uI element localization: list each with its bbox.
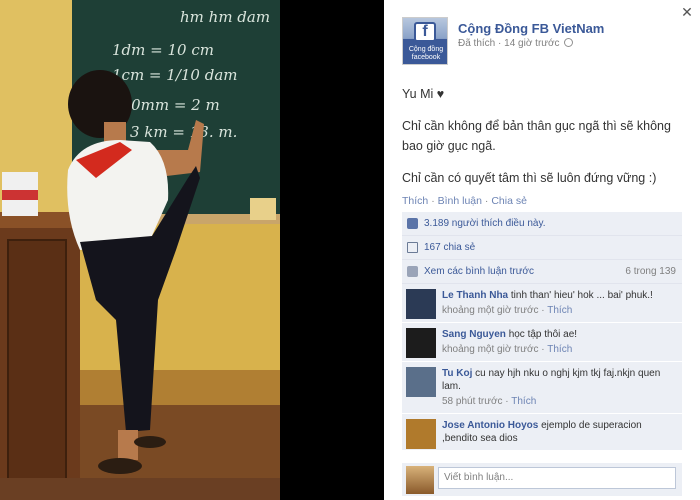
comment-count: 6 trong 139 (625, 266, 676, 277)
likes-count-link[interactable]: 3.189 người thích điều này. (424, 218, 545, 229)
post-caption: Yu Mi ♥ Chỉ cần không để bản thân gục ng… (402, 84, 684, 200)
commenter-avatar[interactable] (406, 419, 436, 449)
commenter-avatar[interactable] (406, 328, 436, 358)
action-separator: · (484, 195, 489, 207)
comment-time[interactable]: khoảng một giờ trước (442, 344, 539, 355)
view-previous-comments-link[interactable]: Xem các bình luận trước (424, 266, 534, 277)
page-avatar[interactable]: f Cộng đồng facebook (402, 17, 448, 65)
thumbs-up-icon (407, 218, 418, 229)
like-button[interactable]: Thích (402, 195, 428, 207)
likes-row: 3.189 người thích điều này. (402, 212, 682, 236)
comment-time[interactable]: 58 phút trước (442, 396, 503, 407)
globe-icon (564, 38, 574, 47)
comment-like-button[interactable]: Thích (511, 396, 536, 407)
page-name-link[interactable]: Cộng Đồng FB VietNam (458, 21, 604, 36)
comment-text: học tập thôi ae! (508, 329, 578, 340)
share-icon (407, 242, 418, 253)
meta-separator: · (541, 305, 545, 316)
facebook-logo-icon: f (414, 22, 436, 42)
caption-line: Chỉ cần có quyết tâm thì sẽ luôn đứng vữ… (402, 171, 657, 185)
comment-item: Tu Koj cu nay hjh nku o nghj kjm tkj faj… (402, 362, 682, 414)
comment-author[interactable]: Sang Nguyen (442, 329, 506, 340)
post-actions: Thích · Bình luận · Chia sẻ (402, 195, 527, 207)
comment-bubble-icon (407, 266, 418, 277)
comment-text: tinh than' hieu' hok ... bai' phuk.! (510, 290, 653, 301)
post-header: f Cộng đồng facebook Cộng Đồng FB VietNa… (402, 17, 680, 67)
comment-item: Jose Antonio Hoyos ejemplo de superacion… (402, 414, 682, 451)
post-sidebar: ✕ f Cộng đồng facebook Cộng Đồng FB Viet… (384, 0, 700, 500)
meta-separator: · (498, 38, 502, 49)
comment-author[interactable]: Jose Antonio Hoyos (442, 420, 538, 431)
view-previous-row: Xem các bình luận trước 6 trong 139 (402, 260, 682, 284)
meta-separator: · (541, 344, 545, 355)
current-user-avatar (406, 466, 434, 494)
comment-like-button[interactable]: Thích (547, 305, 572, 316)
avatar-caption: Cộng đồng facebook (408, 46, 444, 61)
shares-row: 167 chia sẻ (402, 236, 682, 260)
comment-item: Le Thanh Nha tinh than' hieu' hok ... ba… (402, 284, 682, 323)
post-photo: hm hm dam 1dm = 10 cm 1cm = 1/10 dam 100… (0, 0, 384, 500)
photo-viewer[interactable]: hm hm dam 1dm = 10 cm 1cm = 1/10 dam 100… (0, 0, 384, 500)
comment-button[interactable]: Bình luận (438, 195, 482, 207)
commenter-avatar[interactable] (406, 289, 436, 319)
board-line-2: 1cm = 1/10 dam (112, 66, 238, 84)
post-meta: Đã thích · 14 giờ trước (458, 38, 574, 49)
comment-text: cu nay hjh nku o nghj kjm tkj faj.nkjn q… (442, 368, 661, 392)
comment-time[interactable]: khoảng một giờ trước (442, 305, 539, 316)
caption-line: Yu Mi ♥ (402, 87, 445, 101)
commenter-avatar[interactable] (406, 367, 436, 397)
close-icon[interactable]: ✕ (680, 5, 694, 19)
comment-item: Sang Nguyen học tập thôi ae! khoảng một … (402, 323, 682, 362)
liked-status[interactable]: Đã thích (458, 38, 495, 49)
comment-author[interactable]: Le Thanh Nha (442, 290, 508, 301)
board-line-0: hm hm dam (180, 8, 270, 26)
meta-separator: · (505, 396, 509, 407)
board-line-1: 1dm = 10 cm (112, 41, 214, 59)
comment-like-button[interactable]: Thích (547, 344, 572, 355)
board-line-4: 3 km = 13. m. (130, 123, 237, 141)
post-timestamp[interactable]: 14 giờ trước (504, 38, 559, 49)
feedback-panel: 3.189 người thích điều này. 167 chia sẻ … (402, 212, 682, 451)
caption-line: Chỉ cần không để bản thân gục ngã thì sẽ… (402, 119, 671, 153)
action-separator: · (431, 195, 435, 207)
comment-input[interactable]: Viết bình luận... (438, 467, 676, 489)
shares-count-link[interactable]: 167 chia sẻ (424, 242, 475, 253)
share-button[interactable]: Chia sẻ (491, 195, 527, 207)
reply-box: Viết bình luận... (402, 463, 682, 496)
comment-author[interactable]: Tu Koj (442, 368, 472, 379)
